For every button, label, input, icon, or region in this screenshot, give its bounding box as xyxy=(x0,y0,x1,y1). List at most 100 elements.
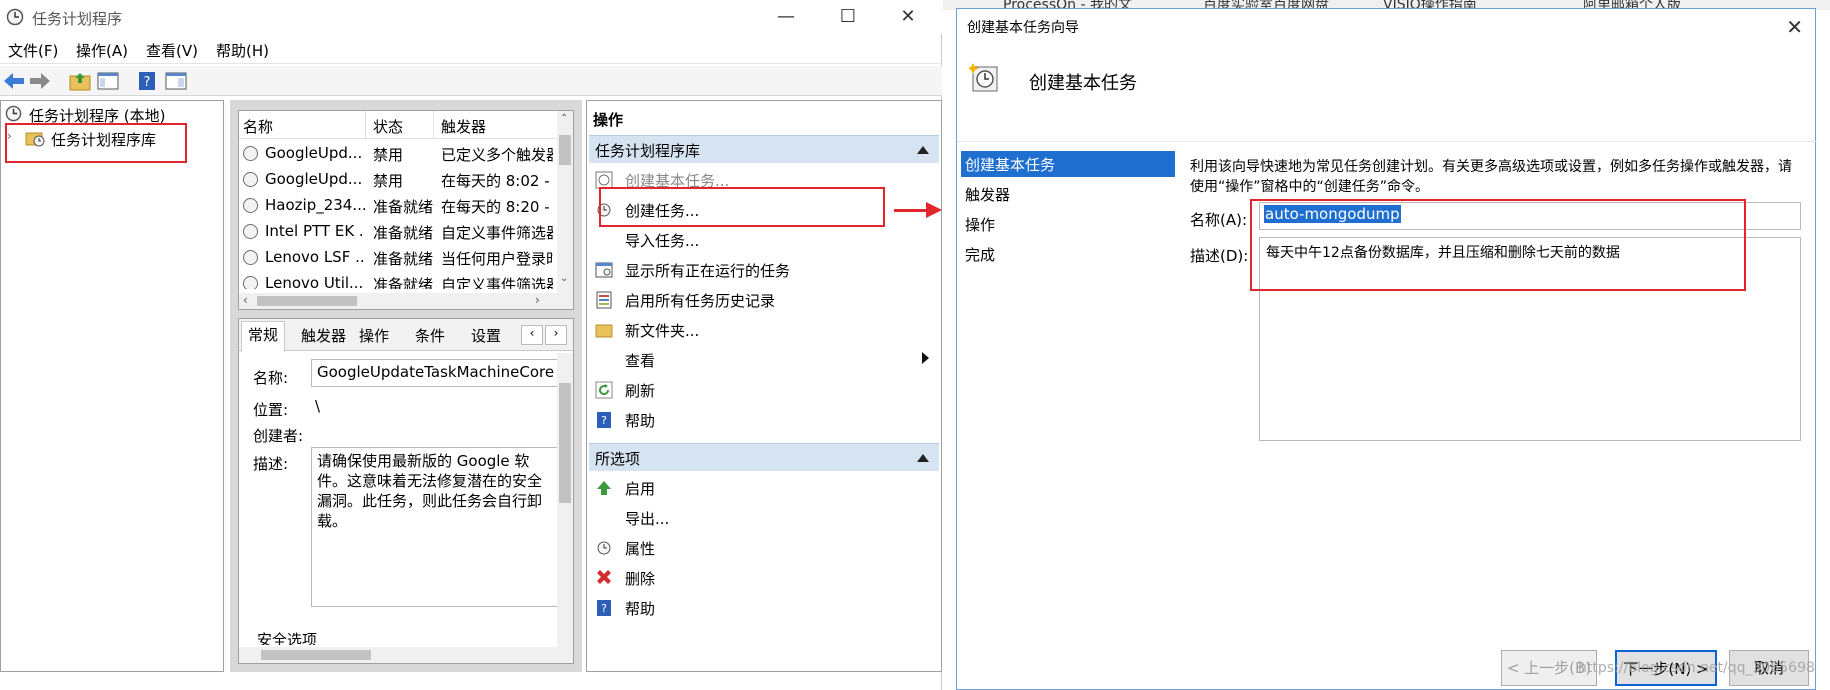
tab-scroll-left-icon[interactable]: ‹ xyxy=(521,325,543,345)
task-list: 名称 状态 触发器 GoogleUpd... 禁用 已定义多个触发器 Googl… xyxy=(238,110,574,310)
menu-action[interactable]: 操作(A) xyxy=(76,40,128,61)
scroll-thumb[interactable] xyxy=(261,650,371,660)
help-icon: ? xyxy=(597,600,611,616)
task-name: Lenovo Util... xyxy=(265,274,364,289)
menu-file[interactable]: 文件(F) xyxy=(8,40,58,61)
properties-action[interactable]: 属性 xyxy=(595,535,935,563)
task-description-label: 描述(D): xyxy=(1190,247,1249,265)
actions-title: 操作 xyxy=(593,111,624,129)
delete-action[interactable]: 删除 xyxy=(595,565,935,593)
task-trigger: 在每天的 8:02 - xyxy=(441,172,550,190)
clock-icon xyxy=(6,8,24,26)
menu-bar: 文件(F) 操作(A) 查看(V) 帮助(H) xyxy=(0,38,942,64)
scroll-up-icon[interactable]: ⌃ xyxy=(560,113,568,124)
back-arrow-icon[interactable] xyxy=(2,70,26,92)
navigation-tree: 任务计划程序 (本地) › 任务计划程序库 xyxy=(0,100,224,672)
tab-general[interactable]: 常规 xyxy=(241,321,286,352)
task-name: GoogleUpd... xyxy=(265,170,363,188)
enable-history-action[interactable]: 启用所有任务历史记录 xyxy=(595,287,935,315)
watermark: https://blog.csdn.net/qq_3085698 xyxy=(1578,660,1815,676)
scroll-thumb[interactable] xyxy=(257,296,357,306)
table-row[interactable]: Lenovo LSF ... 准备就绪 当任何用户登录时 xyxy=(239,245,559,271)
action-label: 刷新 xyxy=(625,382,656,400)
action-label: 导入任务... xyxy=(625,232,700,250)
column-header-trigger[interactable]: 触发器 xyxy=(441,116,486,137)
action-label: 启用 xyxy=(625,480,656,498)
table-row[interactable]: Haozip_234... 准备就绪 在每天的 8:20 - xyxy=(239,193,559,219)
annotation-arrow xyxy=(894,209,928,212)
scroll-left-icon[interactable]: ‹ xyxy=(243,293,248,307)
show-hide-tree-icon[interactable] xyxy=(96,70,120,92)
help-icon[interactable]: ? xyxy=(136,70,160,92)
collapse-icon[interactable] xyxy=(917,146,929,154)
tab-conditions[interactable]: 条件 xyxy=(409,323,451,351)
folder-up-icon[interactable] xyxy=(68,70,92,92)
table-row[interactable]: Intel PTT EK ... 准备就绪 自定义事件筛选器 xyxy=(239,219,559,245)
wizard-close-button[interactable]: ✕ xyxy=(1786,15,1803,39)
toolbar: ? xyxy=(0,66,942,96)
menu-view[interactable]: 查看(V) xyxy=(146,40,198,61)
task-details: 常规 触发器 操作 条件 设置 ‹ › 名称: GoogleUpdateTask… xyxy=(238,318,574,664)
forward-arrow-icon[interactable] xyxy=(28,70,52,92)
clock-icon xyxy=(243,276,258,289)
column-header-name[interactable]: 名称 xyxy=(243,116,273,137)
table-row[interactable]: GoogleUpd... 禁用 已定义多个触发器 xyxy=(239,141,559,167)
help-action[interactable]: ? 帮助 xyxy=(595,407,935,435)
scroll-down-icon[interactable]: ⌄ xyxy=(560,273,568,284)
delete-x-icon xyxy=(597,570,611,584)
tab-scroll-right-icon[interactable]: › xyxy=(545,325,567,345)
task-status: 准备就绪 xyxy=(373,250,433,268)
close-button[interactable]: ✕ xyxy=(880,2,936,32)
tab-actions[interactable]: 操作 xyxy=(353,323,395,351)
show-running-tasks-action[interactable]: 显示所有正在运行的任务 xyxy=(595,257,935,285)
section-selected[interactable]: 所选项 xyxy=(589,443,939,471)
refresh-icon xyxy=(595,381,613,399)
view-action[interactable]: 查看 xyxy=(595,347,935,375)
menu-help[interactable]: 帮助(H) xyxy=(216,40,269,61)
section-library-label: 任务计划程序库 xyxy=(595,142,701,160)
minimize-button[interactable]: — xyxy=(758,2,814,32)
vertical-scrollbar[interactable] xyxy=(557,353,573,647)
enable-action[interactable]: 启用 xyxy=(595,475,935,503)
table-row[interactable]: GoogleUpd... 禁用 在每天的 8:02 - xyxy=(239,167,559,193)
scroll-thumb[interactable] xyxy=(559,135,571,165)
task-status: 准备就绪 xyxy=(373,276,433,289)
wizard-step-action[interactable]: 操作 xyxy=(961,211,1175,237)
wizard-step-create[interactable]: 创建基本任务 xyxy=(961,151,1175,177)
svg-text:?: ? xyxy=(144,75,151,90)
help-action-2[interactable]: ? 帮助 xyxy=(595,595,935,623)
divider xyxy=(957,141,1817,142)
tab-triggers[interactable]: 触发器 xyxy=(295,323,352,351)
svg-text:?: ? xyxy=(601,602,607,615)
location-value: \ xyxy=(315,397,321,415)
new-folder-action[interactable]: 新文件夹... xyxy=(595,317,935,345)
task-name: Haozip_234... xyxy=(265,196,365,214)
maximize-button[interactable]: ☐ xyxy=(820,2,876,32)
name-field[interactable]: GoogleUpdateTaskMachineCore xyxy=(311,359,561,387)
collapse-icon[interactable] xyxy=(917,454,929,462)
import-task-action[interactable]: 导入任务... xyxy=(595,227,935,255)
scroll-thumb[interactable] xyxy=(559,383,571,503)
wizard-title: 创建基本任务向导 xyxy=(967,20,1079,36)
running-tasks-icon xyxy=(595,262,613,278)
refresh-action[interactable]: 刷新 xyxy=(595,377,935,405)
list-header: 名称 状态 触发器 xyxy=(239,111,573,139)
scroll-right-icon[interactable]: › xyxy=(535,293,540,307)
column-header-status[interactable]: 状态 xyxy=(373,116,403,137)
show-hide-action-pane-icon[interactable] xyxy=(164,70,188,92)
description-field[interactable]: 请确保使用最新版的 Google 软件。这意味着无法修复潜在的安全漏洞。此任务，… xyxy=(311,447,561,607)
table-row[interactable]: Lenovo Util... 准备就绪 自定义事件筛选器 xyxy=(239,271,559,289)
tab-settings[interactable]: 设置 xyxy=(465,323,507,351)
task-trigger: 自定义事件筛选器 xyxy=(441,224,553,242)
task-wizard-icon xyxy=(969,63,998,92)
action-label: 查看 xyxy=(625,352,656,370)
horizontal-scrollbar[interactable]: ‹ › xyxy=(239,293,573,309)
section-library[interactable]: 任务计划程序库 xyxy=(589,135,939,163)
vertical-scrollbar[interactable]: ⌃ ⌄ xyxy=(557,111,573,293)
section-selected-label: 所选项 xyxy=(595,450,641,468)
clock-icon xyxy=(243,146,258,161)
wizard-step-finish[interactable]: 完成 xyxy=(961,241,1175,267)
wizard-step-trigger[interactable]: 触发器 xyxy=(961,181,1175,207)
export-action[interactable]: 导出... xyxy=(595,505,935,533)
horizontal-scrollbar[interactable] xyxy=(239,647,573,663)
